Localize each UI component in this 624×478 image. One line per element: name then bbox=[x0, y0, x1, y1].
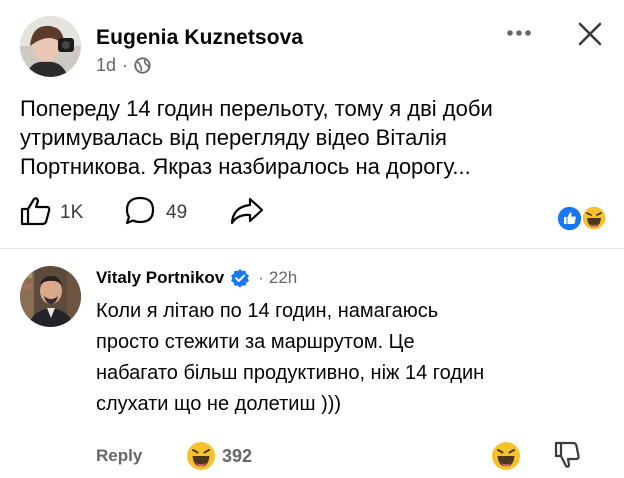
more-options-icon[interactable] bbox=[506, 28, 532, 38]
close-icon[interactable] bbox=[578, 22, 602, 46]
comment-header: Vitaly Portnikov · 22h bbox=[96, 268, 297, 288]
meta-separator: · bbox=[122, 55, 129, 75]
comment-author-avatar[interactable] bbox=[20, 266, 81, 327]
post-text-line: утримувалась від перегляду відео Віталія bbox=[20, 125, 447, 150]
like-count[interactable]: 1K bbox=[60, 202, 83, 224]
comment-reaction-count[interactable]: 392 bbox=[222, 446, 252, 467]
comment-author-name[interactable]: Vitaly Portnikov bbox=[96, 268, 224, 288]
haha-reaction-icon[interactable] bbox=[186, 441, 216, 471]
comment-text-line: набагато більш продуктивно, ніж 14 годин bbox=[96, 362, 485, 384]
haha-react-button-icon[interactable] bbox=[491, 441, 521, 471]
divider bbox=[0, 248, 624, 249]
haha-reaction-icon[interactable] bbox=[581, 205, 607, 231]
comment-text: Коли я літаю по 14 годин, намагаюсь прос… bbox=[96, 296, 484, 420]
post-meta: 1d · bbox=[96, 55, 151, 76]
comment-text-line: слухати що не долетиш ))) bbox=[96, 393, 342, 415]
like-icon[interactable] bbox=[20, 196, 52, 226]
comment-count[interactable]: 49 bbox=[166, 202, 187, 224]
reply-button[interactable]: Reply bbox=[96, 446, 142, 466]
post-time[interactable]: 1d bbox=[96, 55, 116, 76]
globe-icon bbox=[134, 57, 151, 74]
post-author-name[interactable]: Eugenia Kuznetsova bbox=[96, 26, 303, 50]
comment-text-line: Коли я літаю по 14 годин, намагаюсь bbox=[96, 300, 439, 322]
comment-time[interactable]: 22h bbox=[269, 268, 297, 288]
post-author-avatar[interactable] bbox=[20, 16, 81, 77]
comment-icon[interactable] bbox=[124, 195, 156, 227]
verified-badge-icon bbox=[230, 268, 250, 288]
comment-text-line: просто стежити за маршрутом. Це bbox=[96, 331, 415, 353]
comment-separator: · bbox=[258, 268, 264, 287]
post-text-line: Портникова. Якраз назбиралось на дорогу.… bbox=[20, 154, 471, 179]
dislike-icon[interactable] bbox=[554, 441, 580, 471]
post-text: Попереду 14 годин перельоту, тому я дві … bbox=[20, 94, 493, 181]
like-reaction-icon[interactable] bbox=[556, 205, 583, 232]
share-icon[interactable] bbox=[230, 197, 264, 225]
post-text-line: Попереду 14 годин перельоту, тому я дві … bbox=[20, 96, 493, 121]
